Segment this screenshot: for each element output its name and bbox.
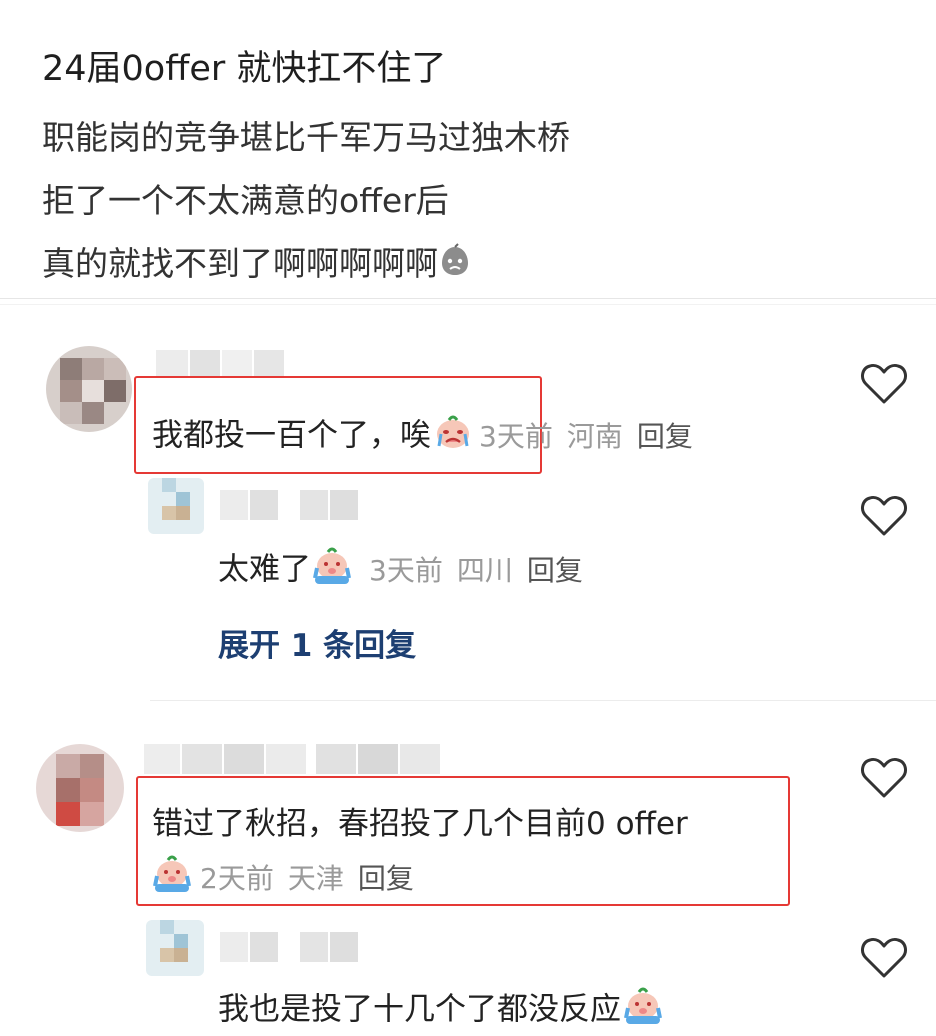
expand-replies-link[interactable]: 展开 1 条回复: [218, 620, 416, 665]
username-blurred[interactable]: [144, 744, 464, 774]
crying-emoji: [150, 854, 194, 904]
username-blurred[interactable]: [220, 490, 380, 520]
username-blurred[interactable]: [220, 932, 380, 962]
username-blurred[interactable]: [156, 350, 286, 376]
avatar[interactable]: [36, 744, 124, 832]
comment-meta: 2天前 天津 回复: [194, 862, 414, 895]
post-line-1: 职能岗的竞争堪比千军万马过独木桥: [42, 118, 570, 157]
post-divider-2: [0, 304, 936, 305]
reply-time: 3天前: [369, 553, 443, 587]
avatar[interactable]: [148, 478, 204, 534]
avatar[interactable]: [146, 920, 204, 976]
like-heart-icon[interactable]: [860, 494, 908, 538]
comment-time: 3天前: [479, 419, 553, 453]
reply-meta: 3天前 四川 回复: [363, 554, 583, 587]
crying-emoji: [311, 546, 353, 596]
post-line-3-text: 真的就找不到了啊啊啊啊啊: [42, 244, 438, 283]
comment-text: 错过了秋招，春招投了几个目前0 offer: [152, 806, 688, 842]
crying-emoji: [621, 986, 665, 1036]
comment-location: 天津: [287, 861, 344, 895]
comment-body: 我都投一百个了，唉: [152, 417, 431, 454]
comment-time: 2天前: [200, 861, 274, 895]
comment-location: 河南: [566, 419, 623, 453]
reply-location: 四川: [456, 553, 513, 587]
post-divider: [0, 298, 936, 299]
crying-emoji: [433, 412, 473, 462]
like-heart-icon[interactable]: [860, 362, 908, 406]
comment-meta-row: 2天前 天津 回复: [150, 854, 414, 904]
post-content: 24届0offer 就快扛不住了 职能岗的竞争堪比千军万马过独木桥 拒了一个不太…: [42, 40, 902, 297]
avatar[interactable]: [46, 346, 132, 432]
post-line-3: 真的就找不到了啊啊啊啊啊: [42, 232, 902, 297]
reply-body: 太难了: [218, 551, 311, 588]
post-line-2: 拒了一个不太满意的offer后: [42, 181, 449, 220]
reply-button[interactable]: 回复: [527, 554, 583, 587]
comment-meta: 3天前 河南 回复: [473, 420, 693, 453]
like-heart-icon[interactable]: [860, 936, 908, 980]
reply-button[interactable]: 回复: [637, 420, 693, 453]
reply-text: 太难了 3天前 四川 回复: [218, 546, 583, 596]
comment-text: 我都投一百个了，唉 3天前 河南 回复: [152, 412, 693, 462]
reply-text: 我也是投了十几个了都没反应: [218, 986, 665, 1036]
post-title: 24届0offer 就快扛不住了: [42, 49, 447, 89]
reply-body: 我也是投了十几个了都没反应: [218, 991, 621, 1028]
reply-button[interactable]: 回复: [358, 862, 414, 895]
comment-divider: [150, 700, 936, 701]
sad-face-emoji: [438, 234, 472, 297]
like-heart-icon[interactable]: [860, 756, 908, 800]
